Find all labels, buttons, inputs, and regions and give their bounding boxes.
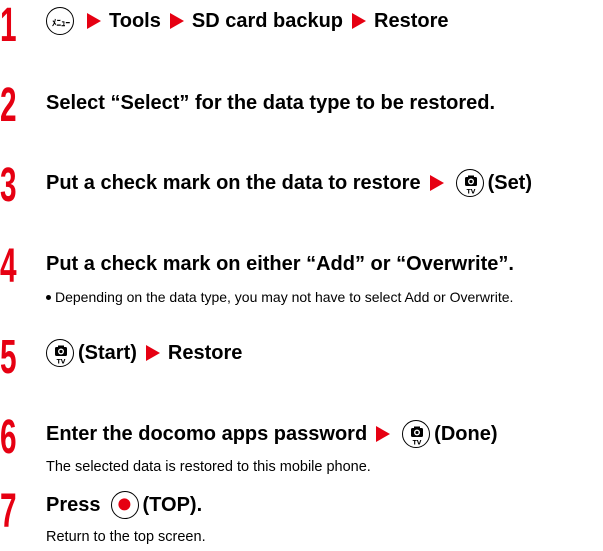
step-instruction: Select “Select” for the data type to be … <box>46 92 496 114</box>
step-instruction: TV (Start) Restore <box>46 338 242 368</box>
step-instruction: ﾒﾆｭｰ Tools SD card backup Restore <box>46 6 449 36</box>
camera-tv-key-icon: TV <box>46 339 74 367</box>
step-number: 1 <box>0 0 17 52</box>
step-number: 4 <box>0 240 17 293</box>
result-text: The selected data is restored to this mo… <box>46 459 371 475</box>
svg-text:TV: TV <box>413 440 422 447</box>
step-number: 6 <box>0 411 17 464</box>
note-bullet: Depending on the data type, you may not … <box>46 287 586 307</box>
menu-item-restore: Restore <box>167 342 243 364</box>
step-number: 3 <box>0 159 17 212</box>
step-instruction: Press (TOP). <box>46 490 202 520</box>
step-number: 7 <box>0 485 17 538</box>
menu-item-sd-card-backup: SD card backup <box>191 10 344 32</box>
instruction-text: Press <box>46 494 101 516</box>
center-key-icon <box>110 491 139 519</box>
svg-text:TV: TV <box>57 359 66 366</box>
red-triangle-arrow <box>376 426 391 442</box>
menu-item-tools: Tools <box>109 10 161 32</box>
note-text: Depending on the data type, you may not … <box>55 289 514 305</box>
instruction-text: Put a check mark on the data to restore <box>46 172 421 194</box>
red-triangle-arrow <box>429 175 444 191</box>
red-triangle-arrow <box>169 13 184 29</box>
camera-tv-key-icon: TV <box>455 169 484 197</box>
result-text: Return to the top screen. <box>46 529 206 545</box>
step-instruction: Put a check mark on the data to restore … <box>46 168 532 198</box>
instruction-text: Enter the docomo apps password <box>46 423 368 445</box>
bullet-dot <box>46 294 51 300</box>
red-triangle-arrow <box>87 13 101 29</box>
key-label-start: (Start) <box>78 342 137 364</box>
step-instruction: Put a check mark on either “Add” or “Ove… <box>46 253 514 275</box>
key-label-done: (Done) <box>434 423 498 445</box>
key-label-top: (TOP). <box>142 494 203 516</box>
key-label-set: (Set) <box>487 172 533 194</box>
red-triangle-arrow <box>352 13 367 29</box>
step-instruction: Enter the docomo apps password TV (Done) <box>46 419 498 449</box>
step-number: 2 <box>0 79 17 132</box>
svg-text:ﾒﾆｭｰ: ﾒﾆｭｰ <box>52 18 71 29</box>
red-triangle-arrow <box>145 345 160 361</box>
svg-text:TV: TV <box>466 189 475 196</box>
camera-tv-key-icon: TV <box>402 420 431 448</box>
menu-item-restore: Restore <box>374 10 449 32</box>
menu-key-icon: ﾒﾆｭｰ <box>46 7 74 35</box>
step-number: 5 <box>0 331 17 384</box>
